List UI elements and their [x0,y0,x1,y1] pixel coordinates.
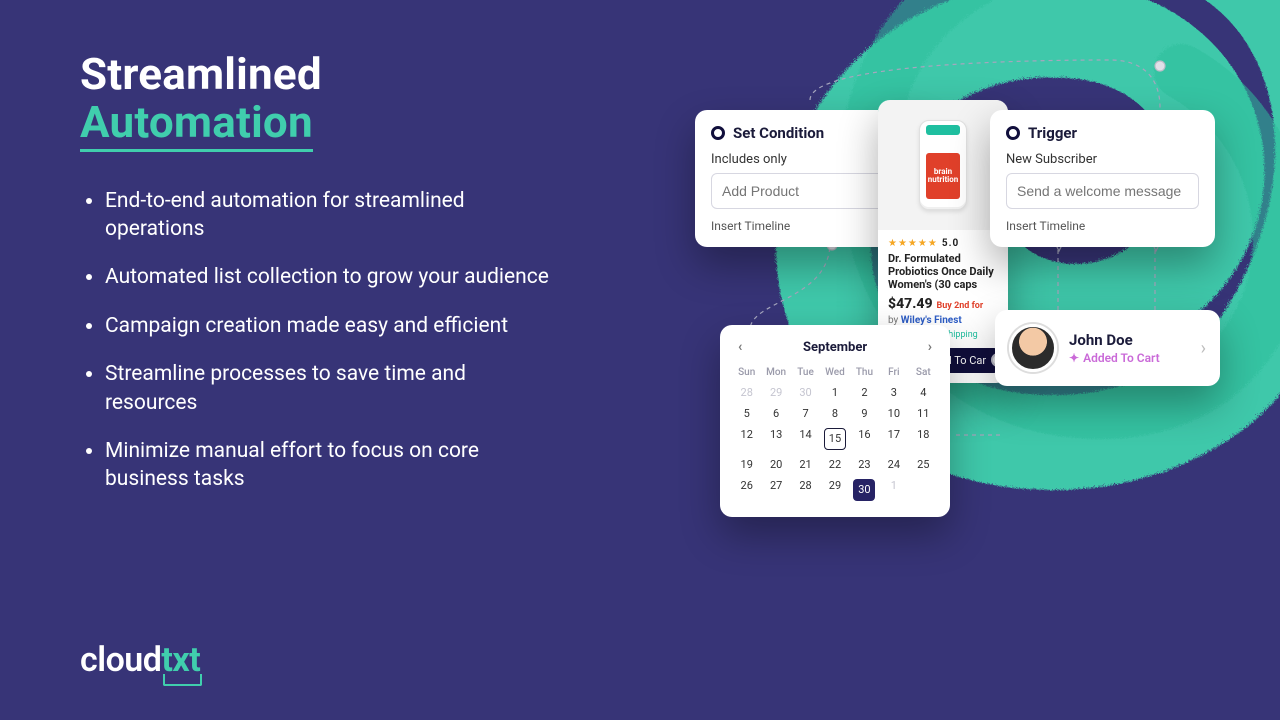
feature-bullet: Minimize manual effort to focus on core … [105,437,550,494]
calendar-day[interactable]: 13 [761,428,790,450]
product-brand: by Wiley's Finest [888,315,998,326]
calendar-dow: Wed [820,367,849,378]
trigger-message-input[interactable] [1006,173,1199,209]
calendar-day[interactable]: 8 [820,407,849,420]
calendar-day[interactable]: 7 [791,407,820,420]
calendar-dow: Sun [732,367,761,378]
product-price: $47.49Buy 2nd for [888,296,998,312]
calendar-dow: Tue [791,367,820,378]
trigger-subtitle: New Subscriber [1006,152,1199,167]
calendar-day[interactable]: 20 [761,458,790,471]
calendar-day[interactable]: 26 [732,479,761,501]
brand-logo-text-2: txt [161,640,200,680]
trigger-card: Trigger New Subscriber Insert Timeline [990,110,1215,247]
trigger-title: Trigger [1028,124,1077,142]
calendar-day[interactable]: 1 [879,479,908,501]
avatar [1009,324,1057,372]
calendar-day[interactable]: 12 [732,428,761,450]
calendar-day[interactable]: 6 [761,407,790,420]
calendar-day[interactable]: 25 [909,458,938,471]
calendar-day[interactable]: 10 [879,407,908,420]
calendar-card: ‹ September › SunMonTueWedThuFriSat28293… [720,325,950,517]
pill-label-line2: nutrition [928,176,959,184]
calendar-day[interactable]: 27 [761,479,790,501]
calendar-dow: Fri [879,367,908,378]
feature-bullet: Streamline processes to save time and re… [105,360,550,417]
brand-logo-text-1: cloud [80,640,161,680]
calendar-day[interactable]: 18 [909,428,938,450]
chevron-right-icon: › [1201,338,1206,359]
calendar-day[interactable]: 3 [879,386,908,399]
calendar-grid: SunMonTueWedThuFriSat2829301234567891011… [732,367,938,501]
calendar-dow: Thu [850,367,879,378]
calendar-month-label: September [803,340,867,355]
calendar-day[interactable]: 4 [909,386,938,399]
condition-title: Set Condition [733,124,824,142]
calendar-day[interactable]: 24 [879,458,908,471]
calendar-day[interactable]: 11 [909,407,938,420]
calendar-day[interactable]: 28 [732,386,761,399]
page-title-line2: Automation [80,98,313,151]
feature-bullet: Automated list collection to grow your a… [105,263,550,291]
calendar-day[interactable]: 15 [824,428,846,450]
calendar-day[interactable]: 21 [791,458,820,471]
user-event-label: Added To Cart [1083,351,1160,365]
trigger-insert-timeline-link[interactable]: Insert Timeline [1006,219,1199,233]
calendar-day[interactable]: 29 [761,386,790,399]
product-image: brain nutrition [878,100,1008,230]
calendar-day[interactable]: 16 [850,428,879,450]
calendar-day[interactable]: 30 [791,386,820,399]
trigger-icon [1006,126,1020,140]
feature-bullet-list: End-to-end automation for streamlined op… [80,187,550,494]
calendar-dow: Mon [761,367,790,378]
calendar-prev-button[interactable]: ‹ [732,337,748,357]
calendar-next-button[interactable]: › [922,337,938,357]
calendar-day[interactable]: 28 [791,479,820,501]
calendar-day[interactable]: 2 [850,386,879,399]
calendar-day[interactable]: 14 [791,428,820,450]
product-name: Dr. Formulated Probiotics Once Daily Wom… [888,252,998,292]
feature-bullet: Campaign creation made easy and efficien… [105,312,550,340]
sparkle-icon: ✦ [1069,351,1079,365]
calendar-day[interactable]: 17 [879,428,908,450]
calendar-day[interactable]: 1 [820,386,849,399]
calendar-day[interactable]: 9 [850,407,879,420]
calendar-dow: Sat [909,367,938,378]
calendar-day[interactable]: 22 [820,458,849,471]
brand-logo: cloudtxt [80,640,200,680]
product-rating: ★★★★★5.0 [888,238,998,249]
user-name: John Doe [1069,331,1160,349]
calendar-day[interactable]: 30 [853,479,875,501]
page-title-line1: Streamlined [80,48,322,100]
condition-icon [711,126,725,140]
page-title: Streamlined Automation [80,50,550,152]
feature-bullet: End-to-end automation for streamlined op… [105,187,550,244]
user-event-card[interactable]: John Doe ✦ Added To Cart › [995,310,1220,386]
calendar-day[interactable]: 5 [732,407,761,420]
calendar-day[interactable]: 19 [732,458,761,471]
calendar-day[interactable]: 23 [850,458,879,471]
calendar-day[interactable]: 29 [820,479,849,501]
